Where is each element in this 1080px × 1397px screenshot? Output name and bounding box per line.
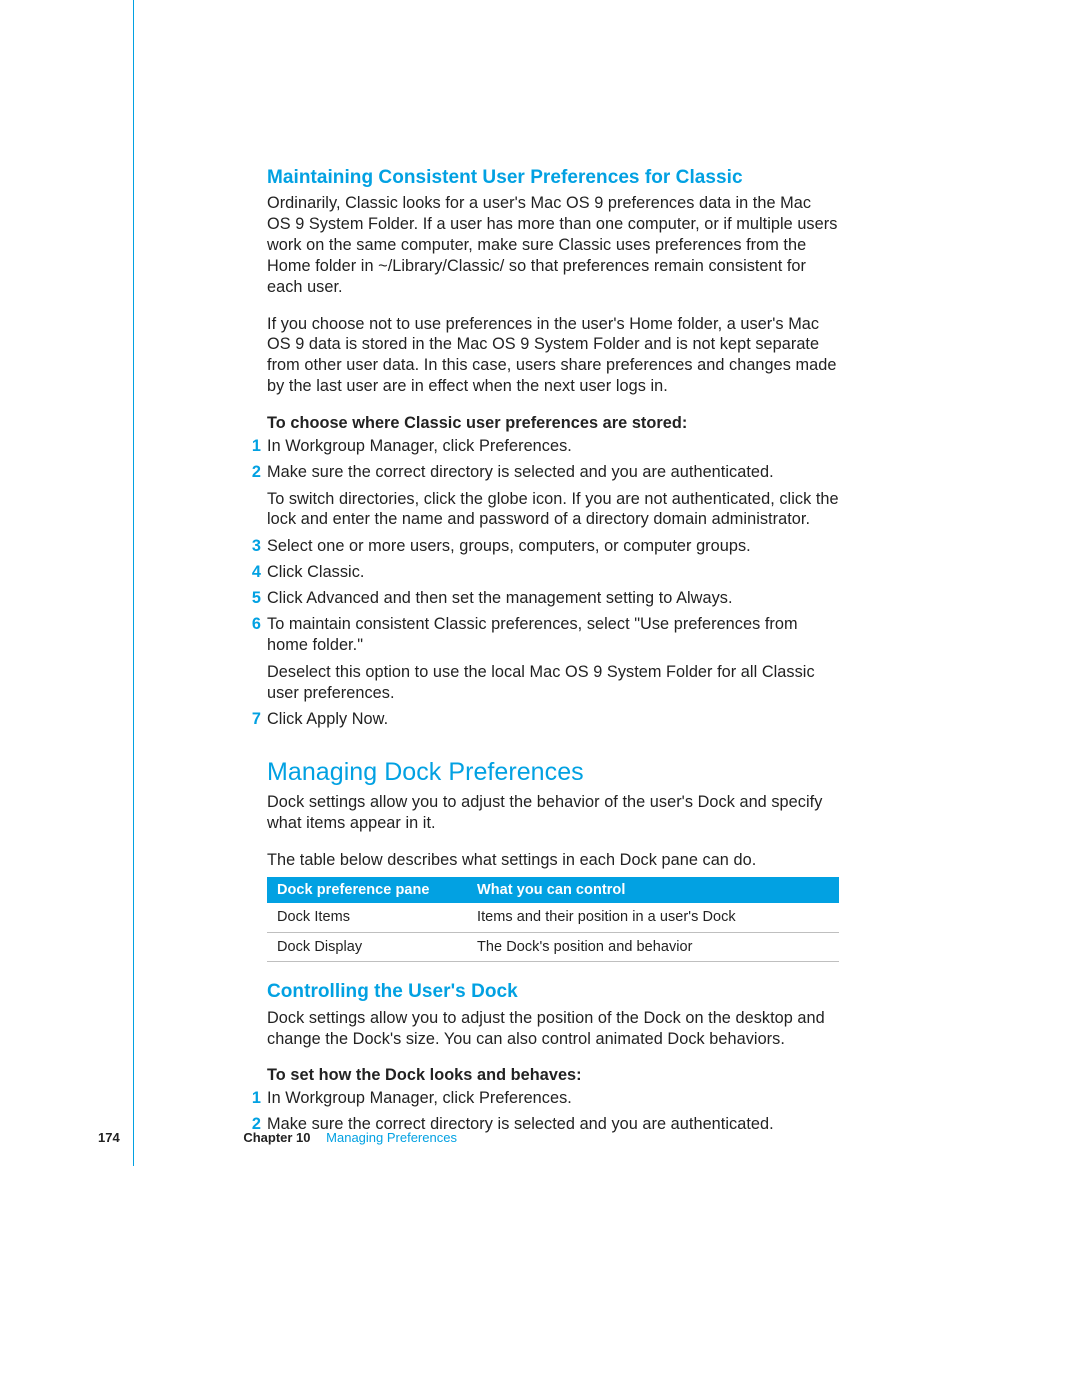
step-list: 1 In Workgroup Manager, click Preference… <box>267 1088 839 1135</box>
table-cell: Items and their position in a user's Doc… <box>467 903 839 932</box>
step-text: In Workgroup Manager, click Preferences. <box>267 437 572 455</box>
table-header: What you can control <box>467 877 839 904</box>
step-number: 3 <box>247 536 261 557</box>
paragraph: Dock settings allow you to adjust the po… <box>267 1008 839 1050</box>
page-content: Maintaining Consistent User Preferences … <box>267 166 839 1161</box>
step-item: 1 In Workgroup Manager, click Preference… <box>267 1088 839 1109</box>
step-text: In Workgroup Manager, click Preferences. <box>267 1089 572 1107</box>
margin-rule <box>133 0 134 1166</box>
table-cell: Dock Items <box>267 903 467 932</box>
step-item: 6 To maintain consistent Classic prefere… <box>267 614 839 703</box>
step-text: Click Classic. <box>267 563 365 581</box>
step-item: 2 Make sure the correct directory is sel… <box>267 462 839 531</box>
paragraph: Ordinarily, Classic looks for a user's M… <box>267 193 839 297</box>
table-cell: Dock Display <box>267 932 467 962</box>
page-number: 174 <box>98 1130 120 1145</box>
table-cell: The Dock's position and behavior <box>467 932 839 962</box>
step-number: 1 <box>247 1088 261 1109</box>
heading-controlling-dock: Controlling the User's Dock <box>267 980 839 1004</box>
chapter-label: Chapter 10 <box>243 1130 310 1145</box>
step-number: 6 <box>247 614 261 635</box>
step-text: Make sure the correct directory is selec… <box>267 463 774 481</box>
dock-pane-table: Dock preference pane What you can contro… <box>267 877 839 963</box>
step-item: 7 Click Apply Now. <box>267 709 839 730</box>
step-text: Click Advanced and then set the manageme… <box>267 589 733 607</box>
step-text: Select one or more users, groups, comput… <box>267 537 751 555</box>
paragraph: If you choose not to use preferences in … <box>267 314 839 397</box>
step-number: 5 <box>247 588 261 609</box>
step-item: 4 Click Classic. <box>267 562 839 583</box>
step-number: 1 <box>247 436 261 457</box>
step-number: 7 <box>247 709 261 730</box>
step-number: 4 <box>247 562 261 583</box>
step-list: 1 In Workgroup Manager, click Preference… <box>267 436 839 730</box>
step-item: 5 Click Advanced and then set the manage… <box>267 588 839 609</box>
step-subtext: Deselect this option to use the local Ma… <box>267 662 839 704</box>
page-footer: 174 Chapter 10 Managing Preferences <box>98 1130 457 1145</box>
step-text: Click Apply Now. <box>267 710 388 728</box>
paragraph: The table below describes what settings … <box>267 850 839 871</box>
step-item: 3 Select one or more users, groups, comp… <box>267 536 839 557</box>
document-page: Maintaining Consistent User Preferences … <box>0 0 1080 1397</box>
heading-classic-prefs: Maintaining Consistent User Preferences … <box>267 166 839 190</box>
step-number: 2 <box>247 462 261 483</box>
table-header-row: Dock preference pane What you can contro… <box>267 877 839 904</box>
step-subtext: To switch directories, click the globe i… <box>267 489 839 531</box>
paragraph: Dock settings allow you to adjust the be… <box>267 792 839 834</box>
step-item: 1 In Workgroup Manager, click Preference… <box>267 436 839 457</box>
instruction-title: To choose where Classic user preferences… <box>267 413 839 434</box>
instruction-title: To set how the Dock looks and behaves: <box>267 1065 839 1086</box>
table-header: Dock preference pane <box>267 877 467 904</box>
table-row: Dock Display The Dock's position and beh… <box>267 932 839 962</box>
step-text: To maintain consistent Classic preferenc… <box>267 615 798 654</box>
table-row: Dock Items Items and their position in a… <box>267 903 839 932</box>
chapter-title: Managing Preferences <box>326 1130 457 1145</box>
heading-managing-dock: Managing Dock Preferences <box>267 756 839 788</box>
